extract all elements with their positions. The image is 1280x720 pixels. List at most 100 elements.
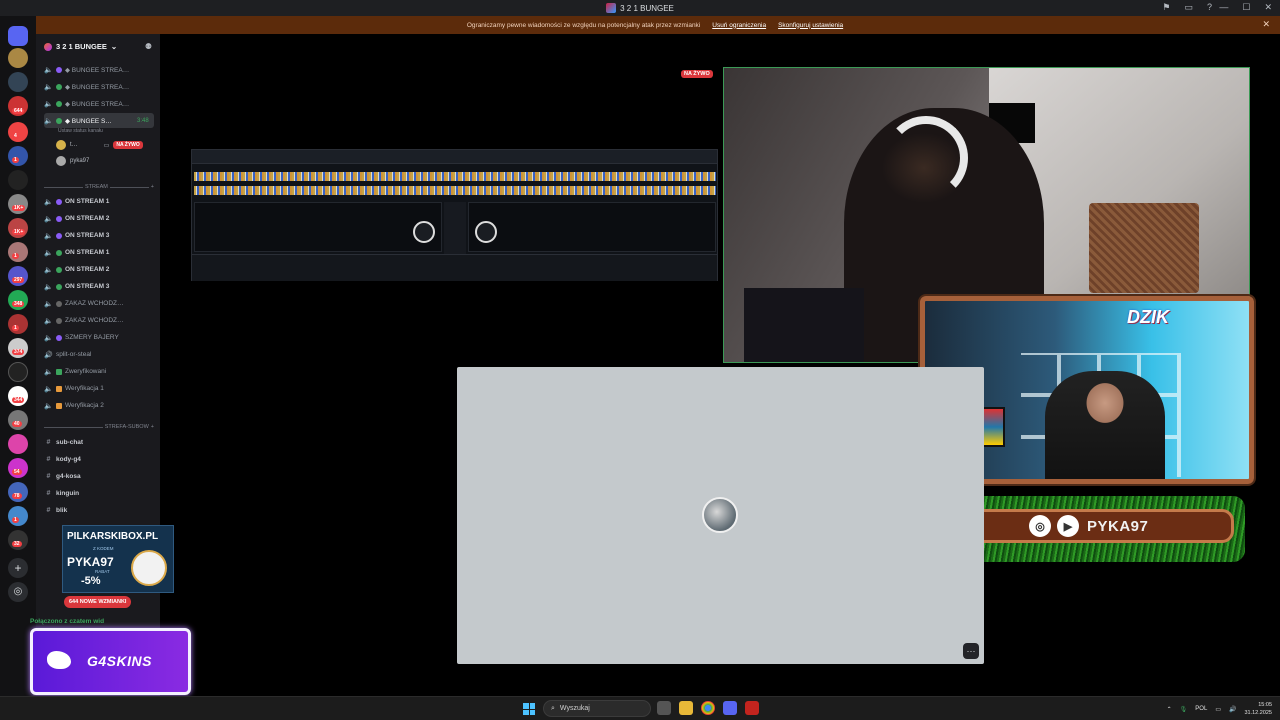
text-channel[interactable]: # kody-g4 xyxy=(44,452,154,467)
voice-channel[interactable]: 🔈 ON STREAM 1 xyxy=(44,245,154,260)
stage-channel[interactable]: 🔊 split-or-steal xyxy=(44,347,154,362)
new-mentions-pill[interactable]: 644 NOWE WZMIANKI xyxy=(64,596,132,608)
add-server-icon[interactable]: + xyxy=(8,558,28,578)
invite-icon[interactable]: ⚉ xyxy=(145,42,152,51)
maximize-button[interactable]: ☐ xyxy=(1242,2,1250,13)
server-icon[interactable] xyxy=(8,410,28,430)
voice-channel[interactable]: 🔈 ◆ BUNGEE STREA… xyxy=(44,96,154,111)
server-icon[interactable] xyxy=(8,290,28,310)
clock-date: 31.12.2025 xyxy=(1244,710,1272,716)
voice-user[interactable]: t… ▭ NA ŻYWO xyxy=(56,138,143,152)
taskbar-search[interactable]: ⌕ Wyszukaj xyxy=(543,700,651,717)
text-channel[interactable]: # sub-chat xyxy=(44,435,154,450)
server-icon[interactable] xyxy=(8,122,28,142)
close-button[interactable]: ✕ xyxy=(1264,2,1272,13)
voice-channel[interactable]: 🔈 ◆ BUNGEE STREA… xyxy=(44,79,154,94)
server-icon[interactable] xyxy=(8,242,28,262)
discord-home-icon[interactable] xyxy=(8,26,28,46)
server-icon[interactable] xyxy=(8,362,28,382)
server-icon[interactable] xyxy=(8,218,28,238)
clock[interactable]: 15:05 31.12.2025 xyxy=(1244,701,1272,717)
channel-label: ON STREAM 2 xyxy=(65,215,110,222)
server-icon[interactable] xyxy=(8,338,28,358)
voice-channel[interactable]: 🔈 ◆ BUNGEE STREA… xyxy=(44,62,154,77)
participant-tile[interactable]: ··· xyxy=(457,367,984,664)
inbox-icon[interactable]: ▭ xyxy=(1184,2,1193,13)
language-indicator[interactable]: POL xyxy=(1195,706,1207,712)
avatar xyxy=(702,497,738,533)
stage-icon: 🔊 xyxy=(44,351,53,359)
avatar xyxy=(56,140,66,150)
server-icon[interactable] xyxy=(8,314,28,334)
voice-channel[interactable]: 🔈 Zweryfikowani xyxy=(44,364,154,379)
voice-channel[interactable]: 🔈 SZMERY BAJERY xyxy=(44,330,154,345)
category-header[interactable]: STREFA-SUBOW + xyxy=(44,424,154,430)
search-icon: ⌕ xyxy=(551,704,555,712)
status-dot xyxy=(56,249,62,256)
notice-close-icon[interactable]: ✕ xyxy=(1262,19,1270,30)
unread-badge: 4 xyxy=(12,133,19,139)
server-icon[interactable] xyxy=(8,194,28,214)
speaker-icon: 🔈 xyxy=(44,368,53,376)
server-icon[interactable] xyxy=(8,458,28,478)
connection-status[interactable]: Połączono z czatem wid xyxy=(30,618,104,625)
task-view-icon[interactable] xyxy=(657,701,671,715)
server-header[interactable]: 3 2 1 BUNGEE ⌄ xyxy=(44,42,117,51)
status-dot xyxy=(56,198,62,205)
speaker-icon: 🔈 xyxy=(44,215,53,223)
pin-icon[interactable]: ⚑ xyxy=(1162,2,1170,13)
voice-channel[interactable]: 🔈 ZAKAZ WCHODZ… xyxy=(44,313,154,328)
server-icon[interactable] xyxy=(8,266,28,286)
voice-channel[interactable]: 🔈 ZAKAZ WCHODZ… xyxy=(44,296,154,311)
channel-status-hint[interactable]: Ustaw status kanału xyxy=(58,128,103,134)
discord-icon[interactable] xyxy=(723,701,737,715)
channel-label: kinguin xyxy=(56,490,80,497)
voice-channel[interactable]: 🔈 ON STREAM 2 xyxy=(44,262,154,277)
server-icon[interactable] xyxy=(8,72,28,92)
speaker-icon: 🔈 xyxy=(44,249,53,257)
voice-channel[interactable]: 🔈 Weryfikacja 1 xyxy=(44,381,154,396)
chrome-icon[interactable] xyxy=(701,701,715,715)
server-icon[interactable] xyxy=(8,530,28,550)
dzik-logo: DZIK xyxy=(1127,307,1169,327)
text-channel[interactable]: # blik xyxy=(44,503,154,518)
unread-badge: 644 xyxy=(12,108,25,114)
file-explorer-icon[interactable] xyxy=(679,701,693,715)
voice-channel[interactable]: 🔈 ON STREAM 3 xyxy=(44,279,154,294)
app-icon[interactable] xyxy=(745,701,759,715)
text-channel[interactable]: # g4-kosa xyxy=(44,469,154,484)
voice-channel[interactable]: 🔈 ON STREAM 1 xyxy=(44,194,154,209)
server-icon[interactable] xyxy=(8,506,28,526)
mic-icon[interactable]: 🎙 xyxy=(1180,706,1188,713)
network-icon[interactable]: ▭ xyxy=(1215,706,1221,713)
remove-restrictions-link[interactable]: Usuń ograniczenia xyxy=(712,22,766,29)
windows-start-icon[interactable] xyxy=(523,703,535,715)
category-header[interactable]: STREAM + xyxy=(44,184,154,190)
voice-user[interactable]: pyka97 xyxy=(56,154,89,168)
server-icon[interactable] xyxy=(8,170,28,190)
server-icon[interactable] xyxy=(8,386,28,406)
minimize-button[interactable]: — xyxy=(1219,2,1228,13)
text-channel[interactable]: # kinguin xyxy=(44,486,154,501)
server-icon[interactable] xyxy=(8,48,28,68)
channel-label: ON STREAM 1 xyxy=(65,249,110,256)
server-icon[interactable] xyxy=(8,482,28,502)
server-rail: 644 4 1 1K+ 1K+ 1 297 348 1 374 344 40 5… xyxy=(0,16,36,696)
server-icon[interactable] xyxy=(8,434,28,454)
server-icon[interactable] xyxy=(8,146,28,166)
status-dot xyxy=(56,300,62,307)
voice-channel[interactable]: 🔈 ON STREAM 2 xyxy=(44,211,154,226)
speaker-icon: 🔈 xyxy=(44,283,53,291)
configure-settings-link[interactable]: Skonfiguruj ustawienia xyxy=(778,22,843,29)
volume-icon[interactable]: 🔊 xyxy=(1229,706,1236,713)
channel-label: ◆ BUNGEE STREA… xyxy=(65,66,130,74)
chevron-up-icon[interactable]: ⌃ xyxy=(1167,706,1172,713)
social-handle: PYKA97 xyxy=(1087,517,1149,535)
help-icon[interactable]: ? xyxy=(1207,2,1212,13)
unread-badge: 32 xyxy=(12,541,22,547)
voice-channel[interactable]: 🔈 ON STREAM 3 xyxy=(44,228,154,243)
voice-channel[interactable]: 🔈 Weryfikacja 2 xyxy=(44,398,154,413)
more-options-button[interactable]: ··· xyxy=(963,643,979,659)
channel-label: ON STREAM 2 xyxy=(65,266,110,273)
discover-icon[interactable]: ◎ xyxy=(8,582,28,602)
